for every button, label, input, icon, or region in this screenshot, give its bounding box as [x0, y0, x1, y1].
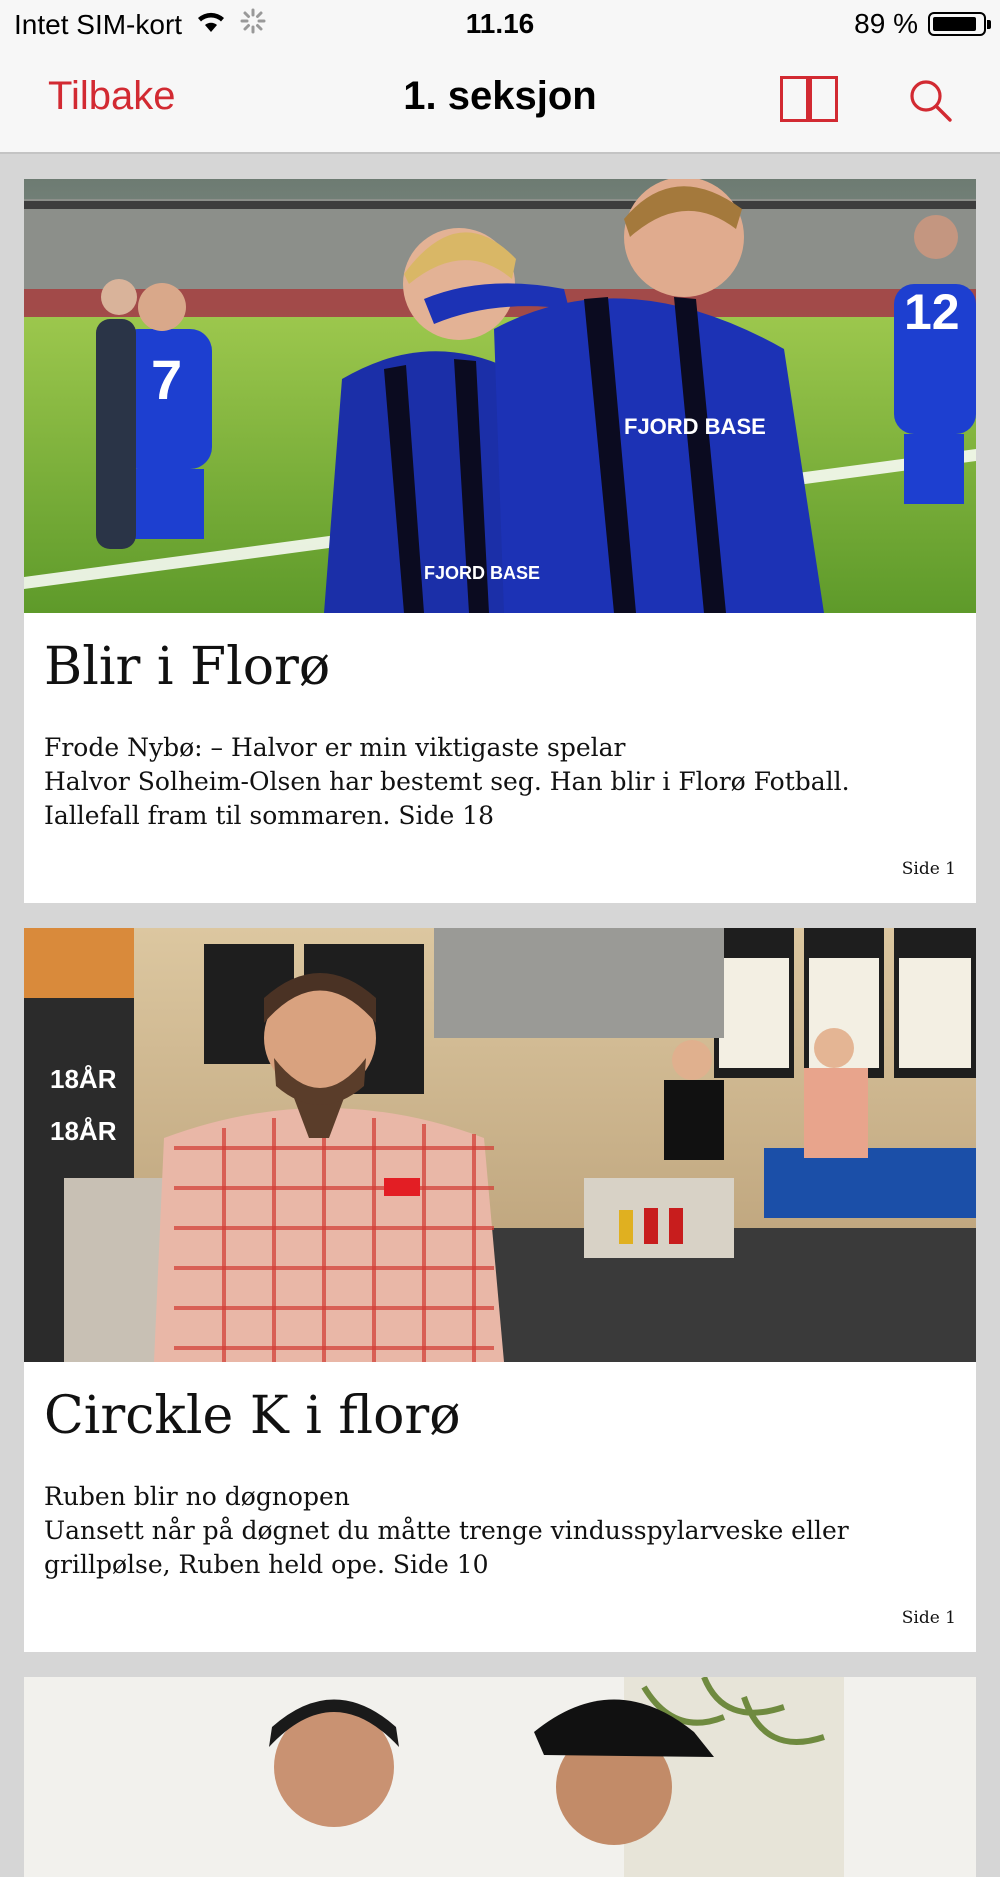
article-lead: Frode Nybø: – Halvor er min viktigaste s… [44, 733, 626, 762]
article-body-line: Uansett når på døgnet du måtte trenge vi… [44, 1516, 849, 1545]
clock: 11.16 [465, 8, 535, 39]
article-card[interactable] [24, 1677, 976, 1877]
svg-text:18ÅR: 18ÅR [50, 1116, 117, 1146]
battery-percent: 89 % [854, 8, 918, 39]
article-summary: Ruben blir no døgnopen Uansett når på dø… [44, 1480, 954, 1582]
article-card[interactable]: 18ÅR 18ÅR Circkle K i florø Ruben blir n… [24, 928, 976, 1652]
article-image-football-players: 7 12 FJORD BASE FJORD BASE [24, 179, 976, 613]
battery-icon [928, 12, 991, 36]
article-summary: Frode Nybø: – Halvor er min viktigaste s… [44, 731, 954, 833]
back-button[interactable]: Tilbake [48, 74, 175, 119]
status-right: 89 % [854, 8, 991, 40]
search-icon[interactable] [908, 78, 954, 128]
svg-text:FJORD BASE: FJORD BASE [624, 414, 766, 439]
article-lead: Ruben blir no døgnopen [44, 1482, 350, 1511]
svg-text:12: 12 [904, 284, 960, 340]
navigation-bar: Tilbake 1. seksjon [0, 50, 1000, 154]
status-bar: Intet SIM-kort 11.16 89 % [0, 0, 1000, 50]
page-view-icon[interactable] [780, 76, 838, 126]
article-title: Circkle K i florø [44, 1386, 461, 1446]
article-image-two-people [24, 1677, 976, 1877]
battery-nub [987, 20, 991, 29]
article-body-line: grillpølse, Ruben held ope. Side 10 [44, 1550, 489, 1579]
battery-level [933, 17, 976, 31]
page-reference: Side 1 [901, 859, 956, 879]
article-card[interactable]: 7 12 FJORD BASE FJORD BASE Blir i Florø … [24, 179, 976, 903]
article-body-line: Iallefall fram til sommaren. Side 18 [44, 801, 495, 830]
article-title: Blir i Florø [44, 637, 331, 697]
svg-text:FJORD BASE: FJORD BASE [424, 563, 540, 583]
page-reference: Side 1 [901, 1608, 956, 1628]
article-image-store-employee: 18ÅR 18ÅR [24, 928, 976, 1362]
svg-text:18ÅR: 18ÅR [50, 1064, 117, 1094]
svg-text:7: 7 [151, 348, 182, 411]
article-body-line: Halvor Solheim-Olsen har bestemt seg. Ha… [44, 767, 850, 796]
